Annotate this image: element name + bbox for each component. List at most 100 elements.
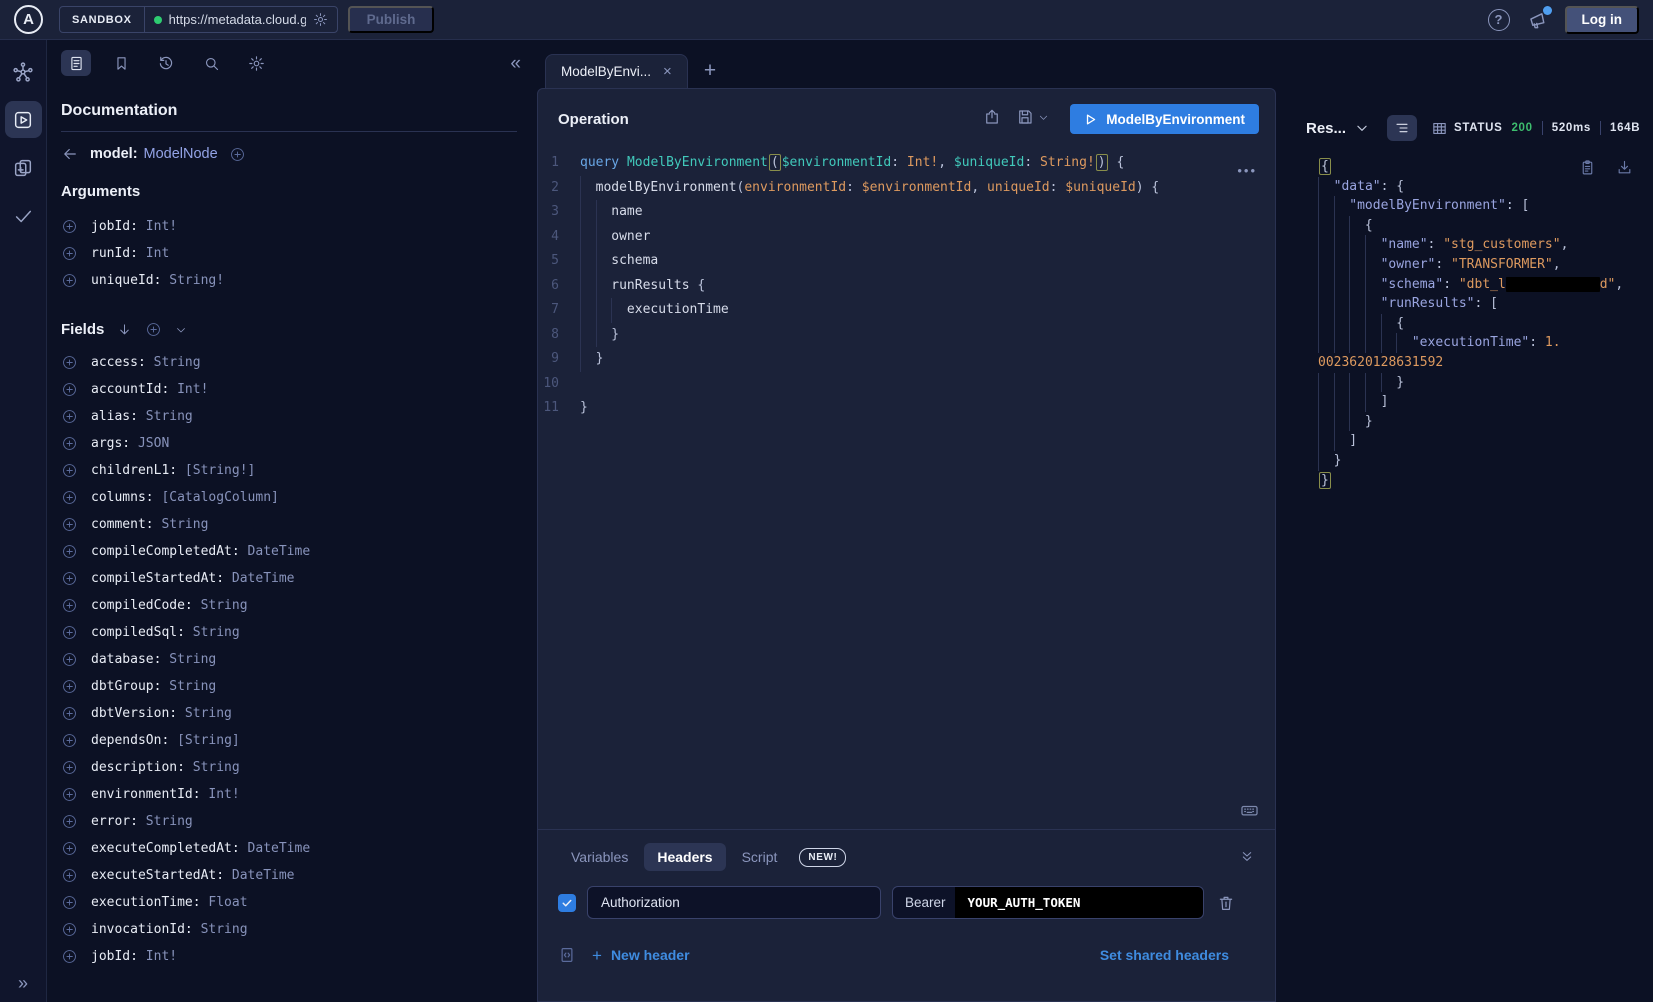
rail-item-operations[interactable] — [5, 149, 42, 186]
history-icon[interactable] — [151, 50, 181, 76]
field-text[interactable]: dbtGroup: String — [91, 679, 216, 694]
add-field-icon[interactable] — [61, 408, 78, 425]
field-text[interactable]: columns: [CatalogColumn] — [91, 490, 279, 505]
connection-settings-gear-icon[interactable] — [313, 12, 328, 27]
field-text[interactable]: dbtVersion: String — [91, 706, 232, 721]
auth-token-value[interactable]: YOUR_AUTH_TOKEN — [955, 887, 1203, 918]
expand-rail-icon[interactable]: » — [18, 973, 28, 1002]
fields-options-chevron-down-icon[interactable] — [175, 324, 187, 336]
endpoint-url[interactable]: https://metadata.cloud.getd — [169, 12, 306, 27]
field-text[interactable]: executeStartedAt: DateTime — [91, 868, 295, 883]
field-text[interactable]: access: String — [91, 355, 201, 370]
collapse-request-section-icon[interactable] — [1239, 849, 1255, 865]
copy-response-clipboard-icon[interactable] — [1579, 159, 1596, 180]
field-text[interactable]: database: String — [91, 652, 216, 667]
add-field-icon[interactable] — [61, 867, 78, 884]
add-field-icon[interactable] — [61, 786, 78, 803]
query-editor[interactable]: 1query ModelByEnvironment($environmentId… — [538, 140, 1275, 829]
environment-variables-icon[interactable] — [558, 946, 576, 964]
save-dropdown-chevron-icon[interactable] — [1038, 110, 1049, 128]
rail-item-explorer[interactable] — [5, 101, 42, 138]
add-field-icon[interactable] — [61, 651, 78, 668]
back-arrow-icon[interactable] — [61, 145, 79, 163]
field-text[interactable]: environmentId: Int! — [91, 787, 240, 802]
add-argument-icon[interactable] — [61, 245, 78, 262]
header-key-input[interactable] — [587, 886, 881, 919]
add-field-icon[interactable] — [61, 759, 78, 776]
tab-headers[interactable]: Headers — [644, 843, 725, 871]
argument-text[interactable]: runId: Int — [91, 246, 169, 261]
argument-text[interactable]: uniqueId: String! — [91, 273, 224, 288]
add-field-icon[interactable] — [61, 381, 78, 398]
field-text[interactable]: comment: String — [91, 517, 208, 532]
field-text[interactable]: jobId: Int! — [91, 949, 177, 964]
add-argument-icon[interactable] — [61, 218, 78, 235]
field-text[interactable]: invocationId: String — [91, 922, 248, 937]
field-text[interactable]: compiledSql: String — [91, 625, 240, 640]
raw-view-icon[interactable] — [1387, 115, 1417, 141]
publish-button[interactable]: Publish — [348, 6, 435, 33]
save-icon[interactable] — [1016, 108, 1034, 131]
apollo-logo-icon[interactable]: A — [14, 5, 43, 34]
add-field-icon[interactable] — [61, 678, 78, 695]
rail-item-checks[interactable] — [5, 197, 42, 234]
announcements-megaphone-icon[interactable] — [1527, 9, 1548, 30]
explorer-settings-gear-icon[interactable] — [241, 50, 271, 76]
new-header-button[interactable]: + New header — [592, 947, 690, 964]
keyboard-shortcuts-icon[interactable] — [1240, 801, 1259, 820]
add-field-icon[interactable] — [61, 840, 78, 857]
rail-item-schema-graph[interactable] — [5, 53, 42, 90]
add-field-icon[interactable] — [61, 894, 78, 911]
field-text[interactable]: compiledCode: String — [91, 598, 248, 613]
field-text[interactable]: error: String — [91, 814, 193, 829]
add-field-icon[interactable] — [61, 705, 78, 722]
help-icon[interactable]: ? — [1488, 9, 1510, 31]
add-field-icon[interactable] — [61, 543, 78, 560]
documentation-tab-icon[interactable] — [61, 50, 91, 76]
saved-operations-bookmark-icon[interactable] — [106, 50, 136, 76]
field-text[interactable]: compileStartedAt: DateTime — [91, 571, 295, 586]
add-field-to-query-icon[interactable] — [229, 146, 246, 163]
new-tab-icon[interactable]: + — [704, 60, 716, 81]
tab-script[interactable]: Script — [729, 843, 791, 871]
add-field-icon[interactable] — [61, 597, 78, 614]
header-enabled-checkbox[interactable] — [558, 894, 576, 912]
run-operation-button[interactable]: ModelByEnvironment — [1070, 104, 1259, 134]
add-field-icon[interactable] — [61, 462, 78, 479]
add-field-icon[interactable] — [61, 732, 78, 749]
add-field-icon[interactable] — [61, 516, 78, 533]
add-field-icon[interactable] — [61, 921, 78, 938]
collapse-panel-icon[interactable]: « — [510, 54, 521, 73]
close-tab-icon[interactable]: × — [663, 64, 672, 79]
add-field-icon[interactable] — [61, 570, 78, 587]
header-value-input[interactable]: Bearer YOUR_AUTH_TOKEN — [892, 886, 1204, 919]
table-view-icon[interactable] — [1424, 115, 1454, 141]
field-text[interactable]: executionTime: Float — [91, 895, 248, 910]
field-text[interactable]: executeCompletedAt: DateTime — [91, 841, 310, 856]
field-text[interactable]: description: String — [91, 760, 240, 775]
sort-down-arrow-icon[interactable] — [117, 322, 132, 337]
field-text[interactable]: args: JSON — [91, 436, 169, 451]
field-text[interactable]: childrenL1: [String!] — [91, 463, 255, 478]
operation-tab[interactable]: ModelByEnvi... × — [545, 54, 688, 88]
share-icon[interactable] — [983, 108, 1001, 131]
add-field-icon[interactable] — [61, 354, 78, 371]
download-response-icon[interactable] — [1616, 159, 1633, 180]
add-field-icon[interactable] — [61, 624, 78, 641]
delete-header-trash-icon[interactable] — [1217, 894, 1235, 912]
set-shared-headers-link[interactable]: Set shared headers — [1100, 947, 1255, 963]
search-icon[interactable] — [196, 50, 226, 76]
editor-overflow-menu-icon[interactable]: ••• — [1237, 163, 1257, 178]
breadcrumb-type[interactable]: ModelNode — [144, 146, 218, 162]
add-field-icon[interactable] — [61, 489, 78, 506]
add-argument-icon[interactable] — [61, 272, 78, 289]
field-text[interactable]: alias: String — [91, 409, 193, 424]
tab-variables[interactable]: Variables — [558, 843, 641, 871]
field-text[interactable]: compileCompletedAt: DateTime — [91, 544, 310, 559]
field-text[interactable]: accountId: Int! — [91, 382, 208, 397]
login-button[interactable]: Log in — [1565, 6, 1640, 34]
add-field-icon[interactable] — [61, 948, 78, 965]
response-dropdown-chevron-icon[interactable] — [1355, 121, 1369, 135]
add-field-icon[interactable] — [61, 813, 78, 830]
argument-text[interactable]: jobId: Int! — [91, 219, 177, 234]
